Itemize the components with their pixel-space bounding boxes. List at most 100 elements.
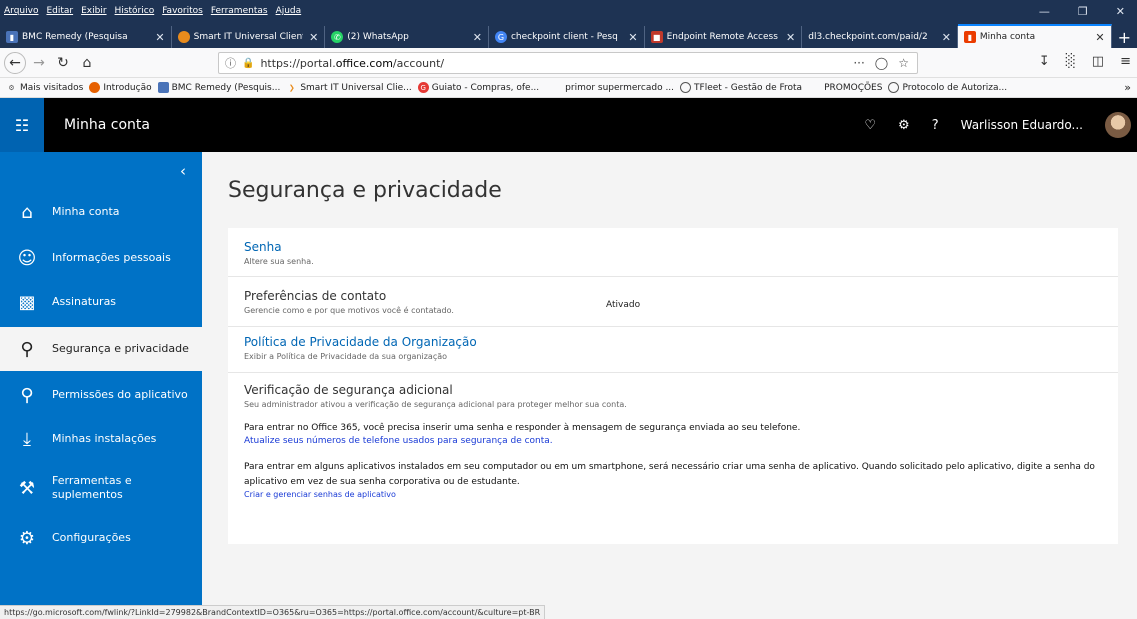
menu-arquivo[interactable]: Arquivo	[4, 6, 38, 16]
page-title: Segurança e privacidade	[228, 178, 502, 203]
app-launcher-icon[interactable]: ☷	[0, 98, 44, 152]
sidebar-item-ferramentas[interactable]: ⚒ Ferramentas e suplementos	[0, 464, 202, 512]
divider	[228, 372, 1118, 373]
bookmark-primor[interactable]: primor supermercado ...	[565, 83, 674, 93]
bmc-icon: ▮	[6, 31, 18, 43]
user-name[interactable]: Warlisson Eduardo...	[961, 118, 1083, 132]
window-controls: — ❐ ✕	[1039, 5, 1137, 18]
collapse-sidebar-icon[interactable]: ‹	[180, 162, 186, 180]
bookmark-mais-visitados[interactable]: ⚙ Mais visitados	[6, 82, 83, 93]
sidebar-toggle-icon[interactable]: ◫	[1092, 54, 1104, 69]
close-tab-icon[interactable]: ✕	[628, 31, 637, 44]
downloads-icon[interactable]: ↧	[1039, 54, 1050, 69]
info-icon[interactable]: ⓘ	[225, 55, 236, 71]
tab-whatsapp[interactable]: ✆ (2) WhatsApp ✕	[325, 26, 489, 48]
minimize-icon[interactable]: —	[1039, 5, 1050, 18]
tab-label: checkpoint client - Pesq	[510, 32, 618, 42]
menu-ajuda[interactable]: Ajuda	[276, 6, 302, 16]
verification-paragraph-2: Para entrar em alguns aplicativos instal…	[244, 462, 1095, 487]
bookmark-introducao[interactable]: Introdução	[89, 82, 152, 93]
status-bar: https://go.microsoft.com/fwlink/?LinkId=…	[0, 605, 1137, 619]
password-section: Senha Altere sua senha.	[244, 240, 314, 266]
sidebar-item-permissoes[interactable]: ⚲ Permissões do aplicativo	[0, 373, 202, 417]
guiato-icon: G	[417, 82, 429, 93]
contact-status: Ativado	[606, 300, 641, 310]
divider	[228, 326, 1118, 327]
bookmarks-bar: ⚙ Mais visitados Introdução BMC Remedy (…	[0, 78, 1137, 98]
pocket-icon[interactable]: ◯	[875, 56, 888, 70]
home-button-icon[interactable]: ⌂	[76, 52, 98, 74]
menu-exibir[interactable]: Exibir	[81, 6, 106, 16]
app-passwords-link[interactable]: Criar e gerenciar senhas de aplicativo	[244, 490, 1104, 499]
home-icon: ⌂	[21, 201, 33, 223]
reload-icon[interactable]: ↻	[52, 52, 74, 74]
sidebar-item-instalacoes[interactable]: ⤓ Minhas instalações	[0, 417, 202, 461]
close-tab-icon[interactable]: ✕	[1095, 31, 1104, 44]
sidebar-item-seguranca[interactable]: ⚲ Segurança e privacidade	[0, 327, 202, 371]
menu-ferramentas[interactable]: Ferramentas	[211, 6, 268, 16]
smartit-icon	[177, 31, 190, 43]
close-tab-icon[interactable]: ✕	[786, 31, 795, 44]
bookmark-guiato[interactable]: G Guiato - Compras, ofe...	[417, 82, 539, 93]
privacy-policy-link[interactable]: Política de Privacidade da Organização	[244, 335, 477, 349]
password-link[interactable]: Senha	[244, 240, 314, 254]
close-tab-icon[interactable]: ✕	[155, 31, 164, 44]
more-bookmarks-icon[interactable]: »	[1124, 81, 1131, 94]
tab-minha-conta[interactable]: ▮ Minha conta ✕	[957, 24, 1112, 48]
verification-title[interactable]: Verificação de segurança adicional	[244, 383, 1104, 397]
url-actions: ··· ◯ ☆	[853, 56, 917, 70]
sidebar-item-configuracoes[interactable]: ⚙ Configurações	[0, 516, 202, 560]
help-icon[interactable]: ?	[932, 118, 939, 133]
hamburger-menu-icon[interactable]: ≡	[1120, 54, 1131, 69]
privacy-desc: Exibir a Política de Privacidade da sua …	[244, 352, 448, 361]
url-bar[interactable]: ⓘ 🔒 https://portal.office.com/account/ ·…	[218, 52, 918, 74]
app-title[interactable]: Minha conta	[64, 117, 150, 133]
sidebar: ‹ ⌂ Minha conta ☺ Informações pessoais ▩…	[0, 152, 202, 605]
google-icon: G	[494, 31, 507, 43]
close-window-icon[interactable]: ✕	[1116, 5, 1125, 18]
avatar[interactable]	[1105, 112, 1131, 138]
globe-icon	[680, 82, 692, 93]
tab-smart-it[interactable]: Smart IT Universal Client ✕	[172, 26, 326, 48]
restore-icon[interactable]: ❐	[1078, 5, 1088, 18]
close-tab-icon[interactable]: ✕	[473, 31, 482, 44]
privacy-section: Política de Privacidade da Organização E…	[244, 335, 477, 361]
sidebar-item-informacoes-pessoais[interactable]: ☺ Informações pessoais	[0, 236, 202, 280]
page-actions-icon[interactable]: ···	[853, 56, 864, 70]
bookmark-tfleet[interactable]: TFleet - Gestão de Frota	[680, 82, 802, 93]
security-card: Senha Altere sua senha. Preferências de …	[228, 228, 1118, 544]
endpoint-icon: ■	[650, 31, 663, 43]
tab-bmc-remedy[interactable]: ▮ BMC Remedy (Pesquisa ✕	[0, 26, 172, 48]
bookmark-star-icon[interactable]: ☆	[898, 56, 909, 70]
menu-bar: Arquivo Editar Exibir Histórico Favorito…	[0, 0, 1137, 22]
sidebar-item-assinaturas[interactable]: ▩ Assinaturas	[0, 280, 202, 324]
bookmark-bmc-remedy[interactable]: BMC Remedy (Pesquis...	[157, 82, 280, 93]
wrench-icon: ⚒	[18, 477, 36, 499]
menu-editar[interactable]: Editar	[46, 6, 73, 16]
back-icon[interactable]: ←	[4, 51, 26, 74]
new-tab-icon[interactable]: +	[1112, 26, 1137, 48]
office-header: ☷ Minha conta ♡ ⚙ ? Warlisson Eduardo...	[0, 98, 1137, 152]
bookmark-smart-it[interactable]: ❯ Smart IT Universal Clie...	[286, 82, 412, 93]
sidebar-item-minha-conta[interactable]: ⌂ Minha conta	[0, 190, 202, 234]
library-icon[interactable]: ░	[1066, 54, 1076, 69]
lock-icon[interactable]: 🔒	[242, 58, 254, 69]
tab-checkpoint-search[interactable]: G checkpoint client - Pesq ✕	[489, 26, 645, 48]
bookmark-promocoes[interactable]: PROMOÇÕES	[824, 83, 882, 93]
notifications-icon[interactable]: ♡	[864, 118, 876, 133]
menu-historico[interactable]: Histórico	[115, 6, 155, 16]
update-phone-link[interactable]: Atualize seus números de telefone usados…	[244, 436, 1104, 446]
key-icon: ⚲	[20, 338, 34, 360]
tab-label: BMC Remedy (Pesquisa	[22, 32, 128, 42]
menu-favoritos[interactable]: Favoritos	[162, 6, 203, 16]
office-icon: ▮	[963, 31, 976, 43]
tab-endpoint[interactable]: ■ Endpoint Remote Access ✕	[645, 26, 803, 48]
settings-icon[interactable]: ⚙	[898, 118, 910, 133]
bookmark-protocolo[interactable]: Protocolo de Autoriza...	[888, 82, 1007, 93]
close-tab-icon[interactable]: ✕	[309, 31, 318, 44]
forward-icon[interactable]: →	[28, 52, 50, 74]
close-tab-icon[interactable]: ✕	[942, 31, 951, 44]
contact-title[interactable]: Preferências de contato	[244, 289, 454, 303]
download-icon: ⤓	[23, 428, 31, 450]
tab-dl3-checkpoint[interactable]: dl3.checkpoint.com/paid/2 ✕	[802, 26, 958, 48]
